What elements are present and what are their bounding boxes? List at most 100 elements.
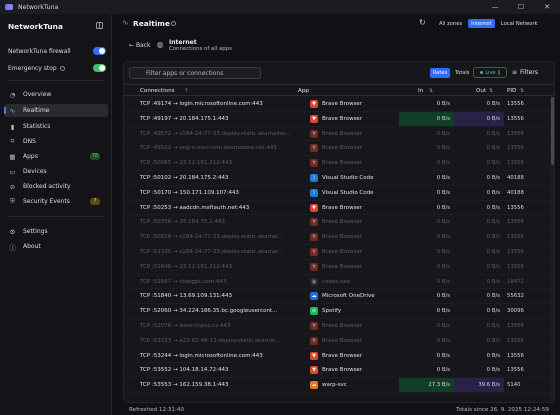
pause-icon: ‖ [497,69,501,76]
app-cell: Brave Browser [322,115,363,122]
active-indicator [4,107,6,114]
table-row[interactable]: TCP :50102 → 20.184.175.2:443 ⟩ Visual Stu… [124,171,550,186]
app-cell: Brave Browser [322,322,363,329]
back-label: Back [135,41,151,49]
connection-cell: TCP :51330 → s184-24-77-33.deploy.static… [140,248,284,255]
filters-button[interactable]: ≡ Filters [512,67,538,78]
table-row[interactable]: TCP :51330 → s184-24-77-33.deploy.static… [124,245,550,260]
table-row[interactable]: TCP :53244 → login.microsoftonline.com:4… [124,349,550,364]
collapse-sidebar-icon[interactable] [96,22,103,29]
table-row[interactable]: TCP :49572 → s184-24-77-33.deploy.static… [124,127,550,142]
column-connections[interactable]: Connections [140,88,175,94]
table-row[interactable]: TCP :52060 → 34.224.186.35.bc.googleuser… [124,304,550,319]
sidebar-item-label: Settings [23,228,48,235]
table-row[interactable]: TCP :50170 → 150.171.109.107:443 ⟩ Visual … [124,186,550,201]
sidebar-item-dns[interactable]: ⌗ DNS [4,135,108,148]
pid-cell: 13556 [507,219,524,226]
zone-tab-all-zones[interactable]: All zones [436,19,465,28]
connection-cell: TCP :49197 → 20.184.175.1:443 [140,115,229,122]
in-rate-cell: 0 B/s [436,234,450,241]
info-icon[interactable] [59,65,65,71]
column-in[interactable]: In [418,88,423,94]
table-scrollbar[interactable] [550,97,554,402]
sidebar-divider [8,80,104,81]
codex-icon: ▣ [310,277,318,286]
in-rate-cell: 27.3 B/s [399,378,454,393]
scrollbar-thumb[interactable] [550,97,554,165]
column-out[interactable]: Out [476,88,486,94]
sort-icon: ⇅ [429,88,434,94]
sidebar-item-about[interactable]: ⓘ About [4,240,108,253]
table-row[interactable]: TCP :53553 → 162.159.38.1:443 ☁ warp-svc 27… [124,378,550,393]
out-rate-cell: 0 B/s [486,130,500,137]
mode-totals-button[interactable]: Totals [452,68,472,78]
sidebar-item-label: Statistics [23,123,51,130]
sidebar-item-statistics[interactable]: ▮ Statistics [4,120,108,133]
table-row[interactable]: TCP :50756 → 35.184.75.1:443 ▼ Brave Brows… [124,215,550,231]
app-cell: warp-svc [322,382,347,389]
totals-since-status: Totals since 26. 9. 2025 12:24:59 [456,407,549,413]
sidebar-badge: 7 [90,198,100,205]
out-rate-cell: 0 B/s [486,145,500,152]
app-cell: Brave Browser [322,248,363,255]
out-rate-cell: 0 B/s [486,160,500,167]
minimize-button[interactable]: — [482,0,508,14]
table-row[interactable]: TCP :52223 → a23-62-46-13.deploy.static.… [124,334,550,349]
live-dot-icon [479,70,484,75]
out-rate-cell: 0 B/s [486,189,500,196]
live-button[interactable]: Live ‖ [473,67,507,78]
connection-cell: TCP :51840 → 13.69.109.131:443 [140,293,232,300]
devices-icon: ▭ [9,167,16,176]
table-row[interactable]: TCP :51646 → 23.12.161.212:443 ▼ Brave Bro… [124,260,550,275]
close-button[interactable]: ✕ [534,0,560,14]
table-row[interactable]: TCP :49522 → eng-s-msn-com.akamaized.net… [124,141,550,157]
app-cell: Brave Browser [322,101,363,107]
table-row[interactable]: TCP :49197 → 20.184.175.1:443 ▼ Brave Brow… [124,111,550,127]
table-row[interactable]: TCP :50828 → s184-24-77-33.deploy.static… [124,230,550,245]
zone-tab-local-network[interactable]: Local Network [498,19,541,28]
sidebar-badge: 78 [89,153,100,160]
back-button[interactable]: ← Back [129,40,151,50]
table-row[interactable]: TCP :51667 → chatgpt.com:443 ▣ codex.exe 0 … [124,275,550,290]
app-cell: Brave Browser [322,160,363,167]
sidebar-item-overview[interactable]: ◔ Overview [4,88,108,101]
sidebar-item-devices[interactable]: ▭ Devices [4,165,108,178]
sidebar-item-realtime[interactable]: ∿ Realtime [4,104,108,117]
table-row[interactable]: TCP :51840 → 13.69.109.131:443 ☁ Microsoft… [124,289,550,305]
connection-cell: TCP :49572 → s184-24-77-33.deploy.static… [140,130,292,137]
table-row[interactable]: TCP :49174 → login.microsoftonline.com:4… [124,97,550,112]
table-row[interactable]: TCP :53552 → 104.18.14.72:443 ▼ Brave Brow… [124,363,550,379]
zone-tab-internet[interactable]: Internet [468,19,495,28]
brave-browser-icon: ▼ [310,351,318,360]
search-input[interactable] [129,67,261,79]
sidebar-item-apps[interactable]: ▦ Apps 78 [4,150,108,163]
column-pid[interactable]: PID [507,88,516,94]
sidebar-item-settings[interactable]: ⚙ Settings [4,225,108,238]
column-app[interactable]: App [298,88,309,94]
app-cell: Visual Studio Code [322,174,374,181]
sidebar-item-label: Security Events [23,198,70,205]
table-row[interactable]: TCP :52076 → www.linpus.cz:443 ▼ Brave Bro… [124,319,550,334]
pid-cell: 13556 [507,145,524,152]
table-row[interactable]: TCP :50065 → 23.12.161.212:443 ▼ Brave Bro… [124,156,550,171]
app-cell: Brave Browser [322,219,363,226]
pid-cell: 13556 [507,160,524,167]
emergency-toggle[interactable] [93,64,106,72]
refresh-icon[interactable]: ↻ [419,18,426,27]
in-rate-cell: 0 B/s [436,308,450,315]
sidebar-divider [8,216,104,217]
app-cell: Brave Browser [322,145,363,152]
brave-browser-icon: ▼ [310,321,318,330]
sidebar-item-security-events[interactable]: ⛨ Security Events 7 [4,195,108,208]
firewall-toggle[interactable] [93,47,106,55]
info-icon[interactable] [171,21,176,26]
app-cell: Brave Browser [322,204,363,211]
connections-panel: ⌕ RatesTotals Live ‖ ≡ Filters Connectio… [123,61,555,403]
brave-browser-icon: ▼ [310,247,318,256]
mode-rates-button[interactable]: Rates [430,68,451,78]
sidebar-item-blocked-activity[interactable]: ⊘ Blocked activity [4,180,108,193]
sidebar-item-label: Apps [23,153,38,160]
out-rate-cell: 39.6 B/s [454,378,504,393]
table-row[interactable]: TCP :50253 → aadcdn.msftauth.net:443 ▼ Bra… [124,201,550,216]
maximize-button[interactable]: ☐ [508,0,534,14]
